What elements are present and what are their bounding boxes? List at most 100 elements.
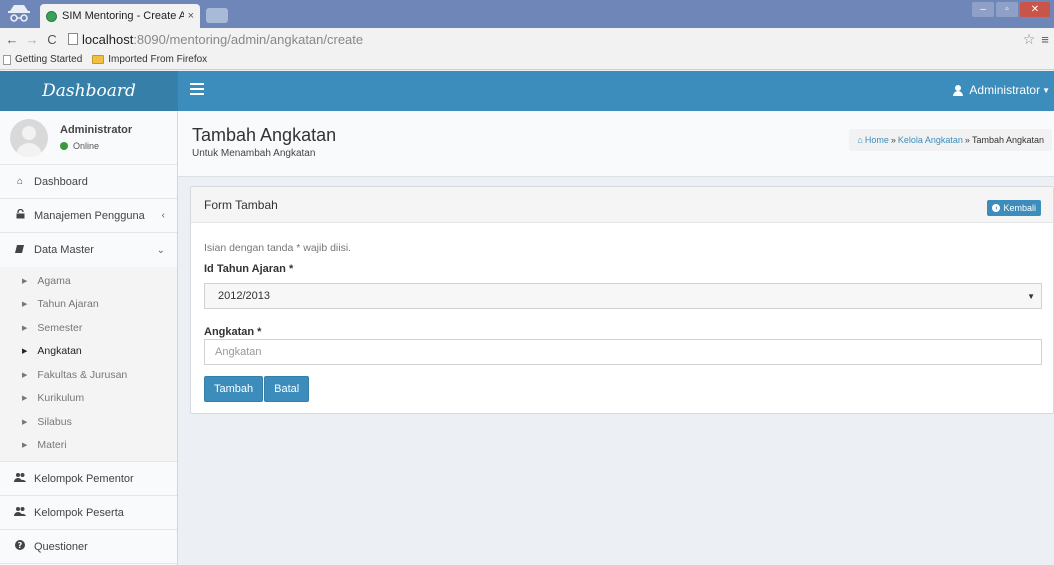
sidebar-subitem-semester[interactable]: ▶ Semester [0,316,177,340]
sidebar-item-label: Questioner [34,540,88,553]
caret-down-icon: ▼ [1042,85,1050,95]
angkatan-input[interactable] [204,339,1042,365]
sidebar-item-dashboard[interactable]: ⌂ Dashboard [0,165,177,199]
bookmarks-bar: Getting Started Imported From Firefox [0,50,1054,70]
maximize-icon[interactable]: ▫ [996,2,1018,17]
form-actions: Tambah Batal [204,376,310,402]
subitem-label: Fakultas & Jurusan [37,368,128,381]
box-header: Form Tambah ‹ Kembali [191,187,1053,223]
window-controls: – ▫ ✕ [972,2,1050,17]
sidebar-subitem-angkatan[interactable]: ▶ Angkatan [0,340,177,364]
sidebar-item-kelompok-peserta[interactable]: Kelompok Peserta [0,496,177,530]
bookmark-imported-firefox[interactable]: Imported From Firefox [92,54,207,65]
tahun-ajaran-value: 2012/2013 [218,290,270,302]
sidebar-item-label: Data Master [34,244,94,256]
page-icon [3,54,11,65]
caret-right-icon: ▶ [22,371,28,379]
breadcrumb-kelola-angkatan-link[interactable]: Kelola Angkatan [898,135,963,145]
online-dot-icon [60,142,68,150]
sidebar-item-label: Dashboard [34,175,88,188]
subitem-label: Silabus [37,415,72,428]
top-navbar: Administrator ▼ [178,71,1054,111]
sidebar-item-manajemen-pengguna[interactable]: Manajemen Pengguna ‹ [0,199,177,233]
minimize-icon[interactable]: – [972,2,994,17]
caret-down-icon: ▼ [1027,291,1035,301]
caret-right-icon: ▶ [22,442,28,450]
url-field[interactable]: localhost:8090/mentoring/admin/angkatan/… [68,32,1020,47]
sidebar-subitem-fakultas-jurusan[interactable]: ▶ Fakultas & Jurusan [0,363,177,387]
close-window-icon[interactable]: ✕ [1020,2,1050,17]
subitem-label: Tahun Ajaran [37,298,99,311]
chevron-left-icon: ‹ [161,210,165,221]
user-menu-label: Administrator [969,83,1041,97]
sidebar-subitem-silabus[interactable]: ▶ Silabus [0,410,177,434]
box-title: Form Tambah [204,198,278,212]
tab-close-icon[interactable]: × [188,10,194,22]
breadcrumb-home-link[interactable]: Home [865,135,889,145]
forward-arrow-icon[interactable]: → [24,32,40,47]
caret-right-icon: ▶ [22,277,28,285]
page-title: Tambah Angkatan [192,125,337,145]
user-icon [953,84,964,96]
sidebar-item-kelompok-pementor[interactable]: Kelompok Pementor [0,462,177,496]
home-icon: ⌂ [16,176,24,187]
sidebar-item-data-master[interactable]: Data Master ⌄ [0,233,177,267]
sidebar-user-name: Administrator [60,124,133,136]
page-icon [68,33,78,45]
data-master-submenu: ▶ Agama ▶ Tahun Ajaran ▶ Semester ▶ Angkatan… [0,267,177,462]
arrow-circle-left-icon: ‹ [992,204,1001,212]
incognito-icon [4,2,34,24]
browser-menu-icon[interactable]: ≡ [1038,32,1052,47]
angkatan-label: Angkatan * [204,326,262,338]
sidebar-item-label: Kelompok Peserta [34,506,124,519]
subitem-label: Angkatan [37,345,82,358]
sidebar-subitem-tahun-ajaran[interactable]: ▶ Tahun Ajaran [0,293,177,317]
back-button-label: Kembali [1003,203,1036,213]
back-arrow-icon[interactable]: ← [4,32,20,47]
caret-right-icon: ▶ [22,395,28,403]
lock-icon [14,208,26,222]
online-status: Online [60,141,132,151]
tab-title: SIM Mentoring - Create Angk [62,10,184,22]
tahun-ajaran-select[interactable]: 2012/2013 ▼ [204,283,1042,309]
url-host: localhost [82,31,134,47]
tahun-ajaran-label: Id Tahun Ajaran * [204,263,294,275]
chevron-down-icon: ⌄ [156,244,165,256]
subitem-label: Materi [37,439,67,452]
sidebar-subitem-kurikulum[interactable]: ▶ Kurikulum [0,387,177,411]
sidebar-item-label: Manajemen Pengguna [34,209,145,222]
breadcrumb: ⌂ Home » Kelola Angkatan » Tambah Angkat… [849,129,1052,151]
sidebar-subitem-agama[interactable]: ▶ Agama [0,269,177,293]
bookmark-getting-started[interactable]: Getting Started [3,54,82,65]
back-button[interactable]: ‹ Kembali [987,200,1041,216]
avatar [10,118,48,157]
subitem-label: Semester [37,321,83,334]
sidebar: Administrator Online ⌂ Dashboard Manajem… [0,111,178,565]
book-icon [14,244,26,257]
sidebar-item-label: Kelompok Pementor [34,472,134,485]
browser-tab-bar: SIM Mentoring - Create Angk × – ▫ ✕ [0,0,1054,28]
batal-button[interactable]: Batal [264,376,310,402]
reload-icon[interactable]: C [44,32,60,47]
sidebar-toggle-icon[interactable] [190,83,204,95]
app-logo[interactable]: Dashboard [0,71,178,111]
required-note: Isian dengan tanda * wajib diisi. [204,242,352,254]
form-box: Form Tambah ‹ Kembali Isian dengan tanda… [190,186,1054,414]
sidebar-subitem-materi[interactable]: ▶ Materi [0,434,177,458]
page-subtitle: Untuk Menambah Angkatan [192,148,316,159]
caret-right-icon: ▶ [22,348,28,356]
bookmark-star-icon[interactable]: ☆ [1020,31,1038,48]
address-bar-row: ← → C localhost:8090/mentoring/admin/ang… [0,28,1054,50]
users-icon [14,506,26,519]
subitem-label: Agama [37,274,71,287]
caret-right-icon: ▶ [22,418,28,426]
tambah-button[interactable]: Tambah [204,376,264,402]
browser-tab[interactable]: SIM Mentoring - Create Angk × [40,4,200,28]
new-tab-button[interactable] [206,8,228,23]
sidebar-item-questioner[interactable]: ? Questioner [0,530,177,564]
breadcrumb-separator: » [890,135,896,145]
breadcrumb-separator: » [964,135,970,145]
content-header: Tambah Angkatan Untuk Menambah Angkatan … [178,111,1054,177]
user-menu-dropdown[interactable]: Administrator ▼ [953,83,1050,97]
url-path: :8090/mentoring/admin/angkatan/create [133,31,364,47]
